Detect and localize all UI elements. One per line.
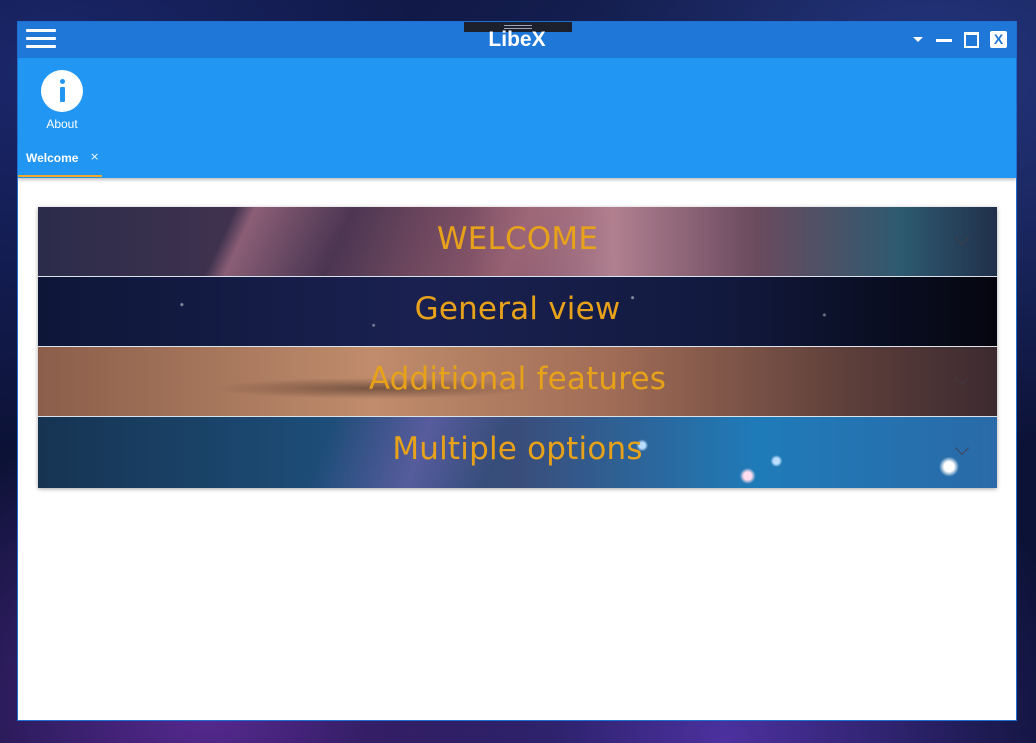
maximize-icon[interactable]	[964, 31, 979, 49]
about-button[interactable]: About	[36, 70, 88, 132]
close-icon[interactable]: X	[990, 31, 1007, 48]
tab-label: Welcome	[26, 151, 79, 165]
tab-close-icon[interactable]: ×	[90, 150, 99, 163]
accordion: WELCOME General view Additional features…	[38, 207, 997, 488]
tab-welcome[interactable]: Welcome ×	[18, 142, 102, 177]
app-window: LibeX X About Welcome × WELCOME General …	[17, 21, 1017, 721]
panel-title: WELCOME	[436, 221, 599, 257]
panel-title: Multiple options	[392, 431, 643, 467]
ribbon-toolbar: About Welcome ×	[18, 58, 1016, 178]
active-tab-indicator	[18, 175, 102, 177]
about-label: About	[46, 117, 78, 131]
window-title: LibeX	[488, 28, 546, 51]
accordion-panel-welcome[interactable]: WELCOME	[38, 207, 997, 276]
accordion-panel-general-view[interactable]: General view	[38, 277, 997, 346]
minimize-icon[interactable]	[936, 31, 952, 49]
accordion-panel-multiple-options[interactable]: Multiple options	[38, 417, 997, 488]
caret-down-icon[interactable]	[912, 31, 924, 49]
info-icon	[41, 70, 83, 112]
panel-title: General view	[414, 291, 621, 327]
panel-title: Additional features	[368, 361, 667, 397]
title-bar[interactable]: LibeX X	[18, 22, 1016, 58]
accordion-panel-additional-features[interactable]: Additional features	[38, 347, 997, 416]
